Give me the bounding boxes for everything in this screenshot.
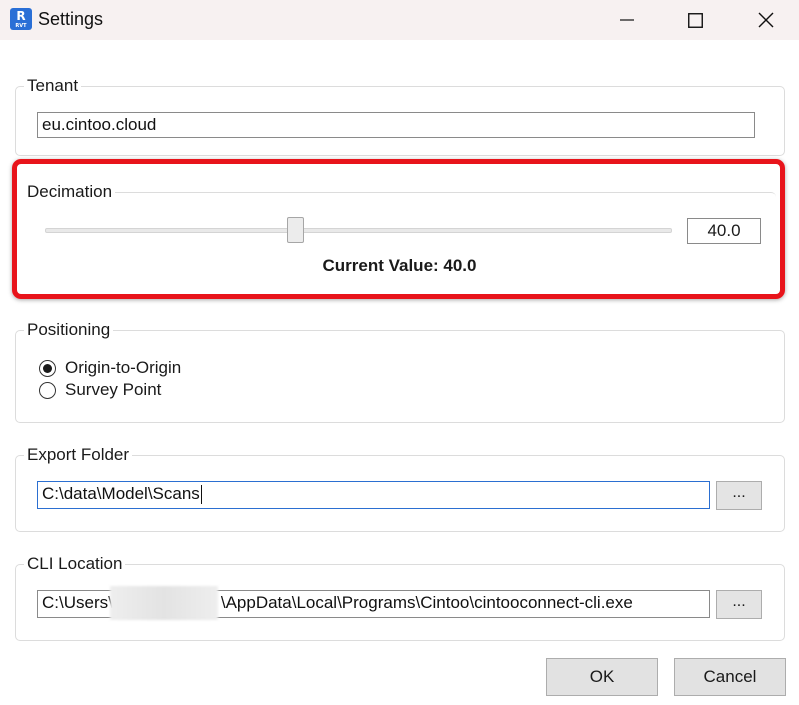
revit-app-icon: R RVT [10,8,32,30]
ok-button[interactable]: OK [546,658,658,696]
cancel-button[interactable]: Cancel [674,658,786,696]
export-folder-label: Export Folder [24,444,133,466]
text-caret [200,485,202,505]
minimize-button[interactable] [604,0,650,40]
app-icon-letter: R [16,9,26,23]
tenant-label: Tenant [24,75,82,97]
export-folder-input[interactable]: C:\data\Model\Scans [37,481,710,509]
export-folder-value: C:\data\Model\Scans [42,484,200,503]
decimation-highlight-box [12,159,785,299]
positioning-label: Positioning [24,319,114,341]
minimize-icon [620,19,634,21]
cli-path-suffix: \AppData\Local\Programs\Cintoo\cintoocon… [220,593,633,612]
cli-location-label: CLI Location [24,553,126,575]
cli-location-browse-button[interactable]: ... [716,590,762,619]
radio-unchecked-icon[interactable] [39,381,56,399]
tenant-input[interactable]: eu.cintoo.cloud [37,112,755,138]
app-icon-sub: RVT [15,23,27,29]
radio-checked-icon[interactable] [39,359,56,377]
username-redaction-blur [110,586,218,620]
radio-origin-to-origin[interactable]: Origin-to-Origin [39,358,181,378]
close-icon [758,12,774,28]
cli-path-prefix: C:\Users\ [42,593,113,612]
maximize-icon [687,12,703,28]
export-folder-browse-button[interactable]: ... [716,481,762,510]
radio-survey-point[interactable]: Survey Point [39,380,161,400]
window-title: Settings [38,9,104,29]
radio-origin-to-origin-label: Origin-to-Origin [65,358,182,377]
radio-survey-point-label: Survey Point [65,380,162,399]
close-button[interactable] [743,0,789,40]
title-bar[interactable]: R RVT Settings [0,0,799,40]
maximize-button[interactable] [672,0,718,40]
